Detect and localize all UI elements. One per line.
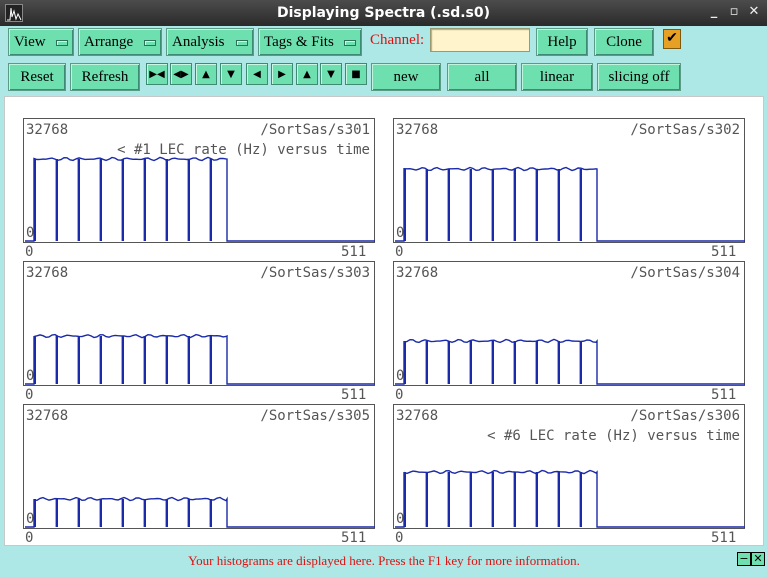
x-max-label: 511 (341, 244, 367, 260)
y-max-label: 32768 (396, 265, 439, 281)
close-icon[interactable]: ✕ (746, 4, 762, 20)
spectrum-name: /SortSas/s304 (630, 265, 740, 281)
x-max-label: 511 (341, 387, 367, 403)
refresh-button[interactable]: Refresh (70, 63, 140, 91)
y-max-label: 32768 (26, 122, 69, 138)
menu-indicator-icon (144, 40, 156, 46)
spectrum-plot[interactable]: 32768/SortSas/s303 0 (23, 261, 375, 386)
scroll-down-icon[interactable]: ▼ (320, 63, 342, 85)
help-button[interactable]: Help (536, 28, 588, 56)
spectrum-plot[interactable]: 32768/SortSas/s305 0 (23, 404, 375, 529)
clone-button[interactable]: Clone (594, 28, 654, 56)
expand-vertical-icon[interactable]: ▲ (195, 63, 217, 85)
title-bar: Displaying Spectra (.sd.s0) _ ▫ ✕ (0, 0, 767, 26)
spectrum-plot[interactable]: 32768/SortSas/s304 0 (393, 261, 745, 386)
y-max-label: 32768 (396, 408, 439, 424)
scroll-right-icon[interactable]: ▶ (271, 63, 293, 85)
y-max-label: 32768 (26, 265, 69, 281)
x-max-label: 511 (341, 530, 367, 546)
y-min-label: 0 (26, 511, 35, 527)
app-icon (5, 4, 23, 22)
x-max-label: 511 (711, 387, 737, 403)
maximize-icon[interactable]: ▫ (726, 4, 742, 20)
y-min-label: 0 (396, 368, 405, 384)
spectrum-name: /SortSas/s306 (630, 408, 740, 424)
new-button[interactable]: new (371, 63, 441, 91)
status-close-icon[interactable]: ✕ (751, 552, 765, 566)
spectrum-name: /SortSas/s305 (260, 408, 370, 424)
menu-indicator-icon (56, 40, 68, 46)
spectrum-plot[interactable]: 32768/SortSas/s301 < #1 LEC rate (Hz) ver… (23, 118, 375, 243)
linear-button[interactable]: linear (521, 63, 593, 91)
x-min-label: 0 (25, 244, 34, 260)
menu-analysis[interactable]: Analysis (166, 28, 254, 56)
scroll-up-icon[interactable]: ▲ (296, 63, 318, 85)
x-min-label: 0 (25, 530, 34, 546)
menu-view[interactable]: View (8, 28, 74, 56)
slicing-button[interactable]: slicing off (597, 63, 681, 91)
menu-arrange[interactable]: Arrange (78, 28, 162, 56)
y-max-label: 32768 (396, 122, 439, 138)
menu-view-label: View (14, 33, 46, 50)
spectrum-name: /SortSas/s303 (260, 265, 370, 281)
status-bar: Your histograms are displayed here. Pres… (4, 548, 764, 574)
spectrum-subtitle: < #1 LEC rate (Hz) versus time (117, 142, 370, 158)
menu-arrange-label: Arrange (84, 33, 134, 50)
y-min-label: 0 (396, 511, 405, 527)
spectrum-plot[interactable]: 32768/SortSas/s302 0 (393, 118, 745, 243)
window-title: Displaying Spectra (.sd.s0) (276, 5, 491, 21)
y-min-label: 0 (26, 225, 35, 241)
all-button[interactable]: all (447, 63, 517, 91)
contract-horizontal-icon[interactable]: ◀▶ (170, 63, 192, 85)
x-min-label: 0 (25, 387, 34, 403)
channel-input[interactable] (430, 28, 530, 52)
spectrum-name: /SortSas/s301 (260, 122, 370, 138)
channel-label: Channel: (370, 32, 425, 48)
menu-tags-fits-label: Tags & Fits (264, 33, 334, 50)
x-min-label: 0 (395, 244, 404, 260)
spectrum-plot[interactable]: 32768/SortSas/s306 < #6 LEC rate (Hz) ver… (393, 404, 745, 529)
y-max-label: 32768 (26, 408, 69, 424)
checkbox-checked-icon[interactable]: ✔ (663, 29, 681, 49)
contract-vertical-icon[interactable]: ▼ (220, 63, 242, 85)
y-min-label: 0 (396, 225, 405, 241)
x-max-label: 511 (711, 530, 737, 546)
minimize-icon[interactable]: _ (706, 4, 722, 20)
status-message: Your histograms are displayed here. Pres… (188, 553, 580, 568)
full-scale-icon[interactable]: ■ (345, 63, 367, 85)
menu-analysis-label: Analysis (172, 33, 225, 50)
x-max-label: 511 (711, 244, 737, 260)
spectrum-subtitle: < #6 LEC rate (Hz) versus time (487, 428, 740, 444)
menu-indicator-icon (236, 40, 248, 46)
expand-horizontal-icon[interactable]: ▶◀ (146, 63, 168, 85)
y-min-label: 0 (26, 368, 35, 384)
menu-indicator-icon (344, 40, 356, 46)
menu-tags-fits[interactable]: Tags & Fits (258, 28, 362, 56)
reset-button[interactable]: Reset (8, 63, 66, 91)
spectrum-name: /SortSas/s302 (630, 122, 740, 138)
x-min-label: 0 (395, 530, 404, 546)
scroll-left-icon[interactable]: ◀ (246, 63, 268, 85)
status-minimize-icon[interactable]: − (737, 552, 751, 566)
x-min-label: 0 (395, 387, 404, 403)
